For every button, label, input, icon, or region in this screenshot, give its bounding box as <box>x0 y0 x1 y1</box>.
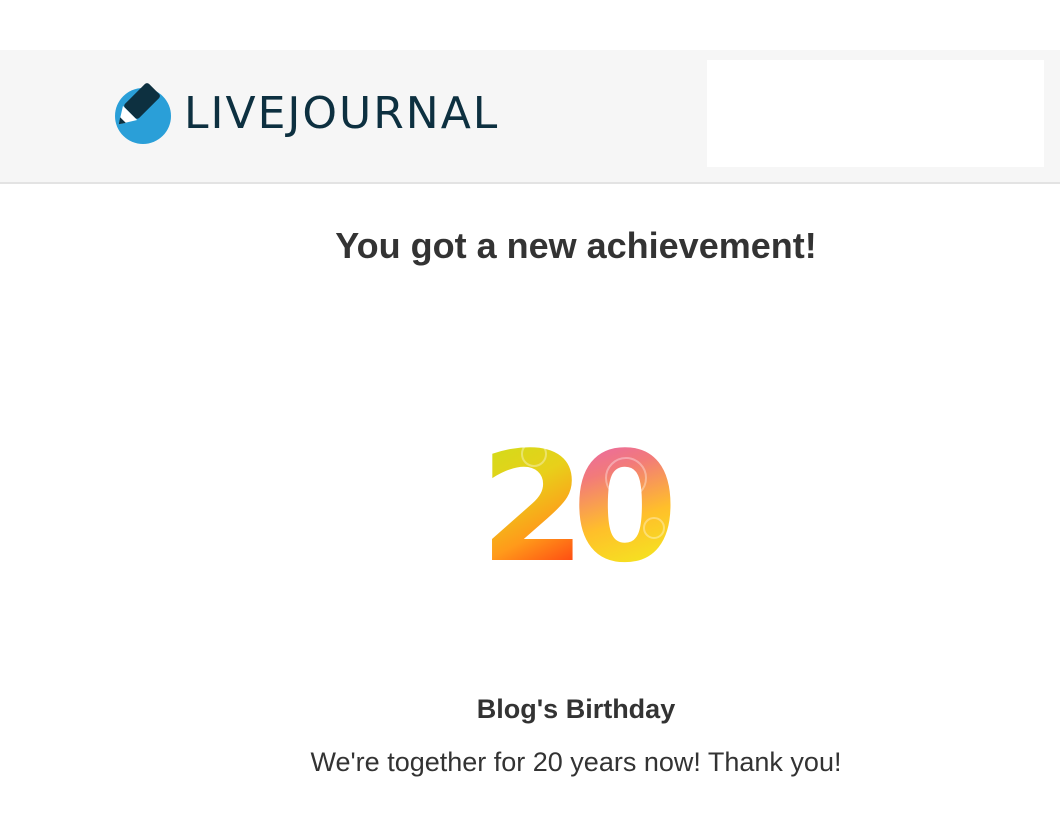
pencil-circle-icon <box>115 83 171 144</box>
achievement-description: We're together for 20 years now! Thank y… <box>310 747 842 777</box>
header-blank-panel <box>707 60 1044 167</box>
brand-wordmark: LIVEJOURNAL <box>184 88 500 139</box>
livejournal-logo[interactable]: LIVEJOURNAL <box>110 82 499 146</box>
achievement-name: Blog's Birthday <box>476 694 676 724</box>
twenty-badge-icon: 2 0 <box>480 419 678 578</box>
page-title: You got a new achievement! <box>335 225 817 266</box>
header: LIVEJOURNAL <box>0 50 1060 184</box>
email-page: LIVEJOURNAL You got a new achievement! 2… <box>0 0 1060 830</box>
